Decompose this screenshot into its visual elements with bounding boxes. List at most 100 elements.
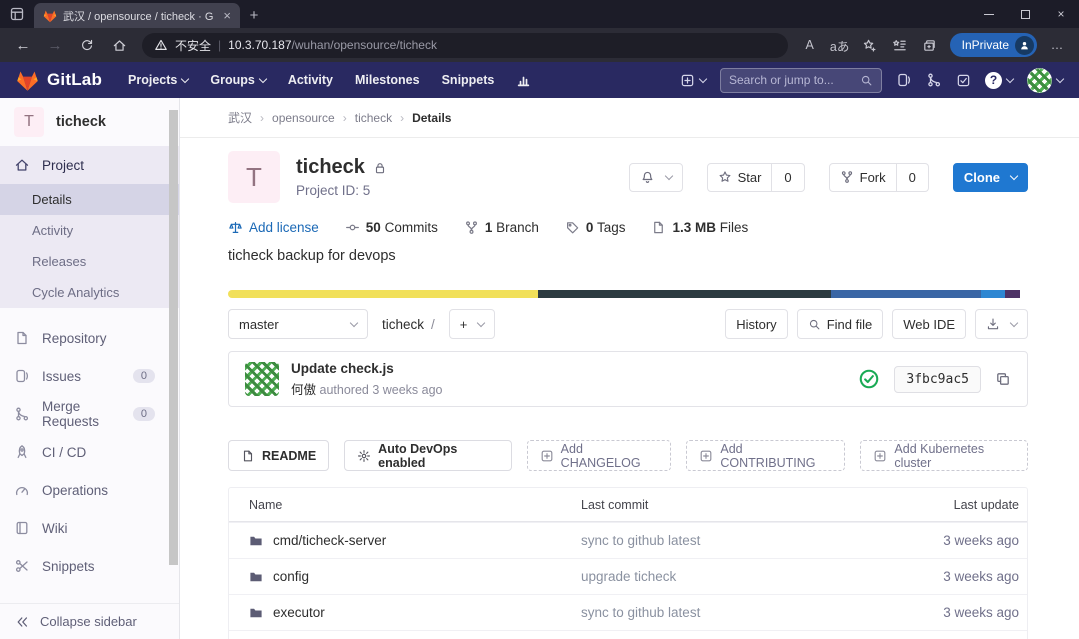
sidebar-item-releases[interactable]: Releases: [0, 246, 179, 277]
history-button[interactable]: History: [725, 309, 787, 339]
sidebar-item-merge-requests[interactable]: Merge Requests 0: [0, 395, 179, 433]
new-menu-button[interactable]: [680, 73, 706, 88]
readme-button[interactable]: README: [228, 440, 329, 471]
lock-icon: [373, 161, 387, 175]
table-header: Name Last commit Last update: [229, 488, 1027, 522]
plus-square-icon: [873, 449, 887, 463]
language-bar[interactable]: [228, 290, 1028, 298]
add-file-button[interactable]: +: [449, 309, 496, 339]
tab-workspaces-icon[interactable]: [0, 0, 34, 28]
add-contributing-button[interactable]: Add CONTRIBUTING: [686, 440, 845, 471]
sidebar-project-context[interactable]: T ticheck: [0, 98, 179, 146]
inprivate-badge[interactable]: InPrivate: [950, 33, 1037, 57]
add-favorite-icon[interactable]: [856, 31, 884, 59]
clone-button[interactable]: Clone: [953, 163, 1028, 192]
user-menu[interactable]: [1027, 68, 1063, 93]
sidebar-item-activity[interactable]: Activity: [0, 215, 179, 246]
breadcrumb-group[interactable]: 武汉: [228, 109, 252, 126]
back-icon[interactable]: ←: [8, 31, 38, 59]
search-input[interactable]: [729, 73, 860, 87]
sidebar-item-operations[interactable]: Operations: [0, 471, 179, 509]
gitlab-navbar: GitLab Projects Groups Activity Mileston…: [0, 62, 1079, 98]
table-row[interactable]: cmd/ticheck-server sync to github latest…: [229, 522, 1027, 558]
files-link[interactable]: 1.3 MB Files: [651, 220, 748, 235]
nav-groups[interactable]: Groups: [200, 73, 275, 87]
issues-icon[interactable]: [896, 72, 912, 88]
url-bar[interactable]: 不安全 | 10.3.70.187/wuhan/opensource/tiche…: [142, 33, 788, 58]
help-menu[interactable]: ?: [985, 72, 1013, 89]
star-count[interactable]: 0: [772, 163, 804, 192]
main-content: 武汉 › opensource › ticheck › Details T ti…: [180, 98, 1079, 639]
commit-message-link[interactable]: sync to github latest: [581, 533, 877, 548]
tab-close-icon[interactable]: ×: [220, 8, 234, 23]
global-search[interactable]: [720, 68, 882, 93]
project-description: ticheck backup for devops: [228, 248, 1028, 264]
web-ide-button[interactable]: Web IDE: [892, 309, 966, 339]
nav-snippets[interactable]: Snippets: [432, 73, 505, 87]
refresh-icon[interactable]: [72, 31, 102, 59]
close-button[interactable]: ×: [1043, 0, 1079, 28]
auto-devops-button[interactable]: Auto DevOps enabled: [344, 440, 512, 471]
add-license-link[interactable]: Add license: [228, 220, 319, 235]
find-file-button[interactable]: Find file: [797, 309, 884, 339]
home-icon[interactable]: [104, 31, 134, 59]
fork-count[interactable]: 0: [897, 163, 929, 192]
browser-tab[interactable]: 武汉 / opensource / ticheck · Git ×: [34, 3, 240, 28]
todos-icon[interactable]: [956, 73, 971, 88]
browser-menu-icon[interactable]: …: [1043, 31, 1071, 59]
add-changelog-button[interactable]: Add CHANGELOG: [527, 440, 672, 471]
read-aloud-icon[interactable]: A: [796, 31, 824, 59]
table-row[interactable]: internal sync to github latest 3 weeks a…: [229, 630, 1027, 639]
project-sidebar: T ticheck Project Details Activity Relea…: [0, 98, 180, 639]
fork-icon: [840, 170, 854, 184]
commit-message-link[interactable]: sync to github latest: [581, 605, 877, 620]
chevron-down-icon: [1006, 75, 1014, 83]
breadcrumb-project[interactable]: ticheck: [355, 111, 392, 125]
table-row[interactable]: config upgrade ticheck 3 weeks ago: [229, 558, 1027, 594]
nav-projects[interactable]: Projects: [118, 73, 198, 87]
sidebar-item-snippets[interactable]: Snippets: [0, 547, 179, 585]
sidebar-item-repository[interactable]: Repository: [0, 319, 179, 357]
breadcrumb-subgroup[interactable]: opensource: [272, 111, 335, 125]
commit-title-link[interactable]: Update check.js: [291, 361, 443, 376]
pipeline-passed-icon[interactable]: [858, 368, 880, 390]
branches-link[interactable]: 1 Branch: [464, 220, 539, 235]
collections-icon[interactable]: [916, 31, 944, 59]
favorites-bar-icon[interactable]: [886, 31, 914, 59]
breadcrumb: 武汉 › opensource › ticheck › Details: [180, 98, 1079, 138]
commits-link[interactable]: 50 Commits: [345, 220, 438, 235]
commit-icon: [345, 220, 360, 235]
commit-sha[interactable]: 3fbc9ac5: [894, 366, 981, 393]
sidebar-item-cycle-analytics[interactable]: Cycle Analytics: [0, 277, 179, 308]
branch-selector[interactable]: master: [228, 309, 368, 339]
project-avatar: T: [14, 107, 44, 137]
translate-icon[interactable]: aあ: [826, 31, 854, 59]
new-tab-button[interactable]: +: [240, 3, 268, 28]
commit-author-link[interactable]: 何傲: [291, 383, 316, 397]
sidebar-item-wiki[interactable]: Wiki: [0, 509, 179, 547]
maximize-button[interactable]: [1007, 0, 1043, 28]
sidebar-item-details[interactable]: Details: [0, 184, 179, 215]
sidebar-item-project[interactable]: Project: [0, 146, 179, 184]
fork-button[interactable]: Fork: [829, 163, 897, 192]
download-button[interactable]: [975, 309, 1028, 339]
nav-activity[interactable]: Activity: [278, 73, 343, 87]
tags-link[interactable]: 0 Tags: [565, 220, 626, 235]
charts-icon[interactable]: [506, 73, 541, 88]
nav-milestones[interactable]: Milestones: [345, 73, 430, 87]
language-segment: [981, 290, 1005, 298]
sidebar-item-ci-cd[interactable]: CI / CD: [0, 433, 179, 471]
repo-path-project[interactable]: ticheck: [382, 317, 424, 332]
notification-button[interactable]: [629, 163, 683, 192]
star-button[interactable]: Star: [707, 163, 773, 192]
minimize-button[interactable]: [971, 0, 1007, 28]
sidebar-item-issues[interactable]: Issues 0: [0, 357, 179, 395]
sidebar-scrollbar[interactable]: [169, 110, 178, 565]
copy-icon[interactable]: [995, 371, 1011, 387]
merge-requests-icon[interactable]: [926, 72, 942, 88]
add-kubernetes-button[interactable]: Add Kubernetes cluster: [860, 440, 1028, 471]
table-row[interactable]: executor sync to github latest 3 weeks a…: [229, 594, 1027, 630]
collapse-sidebar-button[interactable]: Collapse sidebar: [0, 603, 179, 639]
commit-message-link[interactable]: upgrade ticheck: [581, 569, 877, 584]
gitlab-brand[interactable]: GitLab: [16, 69, 102, 92]
